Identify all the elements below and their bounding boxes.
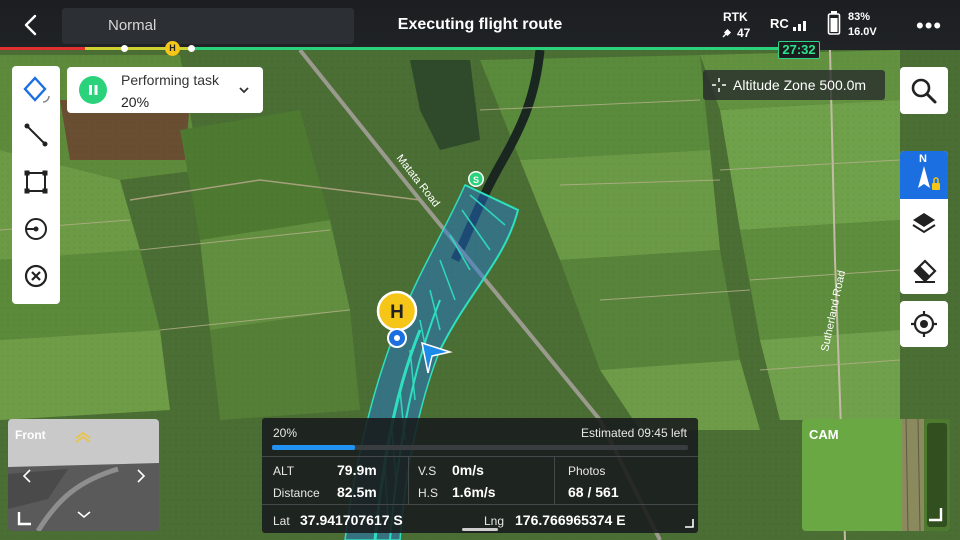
rtk-label: RTK [723,10,748,24]
alt-label: ALT [273,464,295,478]
circle-point-icon [25,218,47,240]
panel-divider [408,456,409,504]
chevron-left-icon[interactable] [22,468,32,484]
lng-value: 176.766965374 E [515,512,626,528]
map-layers-button[interactable] [900,199,948,246]
battery-icon [827,11,841,35]
rtk-status[interactable]: RTK 47 [722,9,750,41]
task-progress-fill [272,445,356,450]
progress-percent: 20% [273,426,298,440]
vs-value: 0m/s [452,462,484,478]
pause-task-button[interactable] [79,76,107,104]
satellite-icon [722,28,732,38]
locate-button[interactable] [900,301,948,347]
task-percent: 20% [121,94,150,110]
front-camera-view[interactable]: Front [8,419,159,531]
chevron-down-icon[interactable] [76,510,92,520]
alt-value: 79.9m [337,462,377,478]
svg-text:S: S [473,175,479,185]
signal-bars-icon [792,21,806,31]
rc-signal[interactable]: RC [770,16,810,31]
panel-divider [262,456,698,457]
battery-voltage: 16.0V [848,26,877,38]
camera-view[interactable]: CAM [802,419,950,531]
hs-value: 1.6m/s [452,484,496,500]
distance-label: Distance [273,486,320,500]
map-tool-panel [12,66,60,304]
flight-mode-label: Normal [108,17,157,34]
compass-lock-button[interactable]: N [900,151,948,199]
chevron-down-icon[interactable] [238,86,250,94]
lng-label: Lng [484,514,505,528]
rtk-satellite-count: 47 [737,26,751,40]
area-square-icon [24,170,48,194]
altitude-zone-text: Altitude Zone 500.0m [733,77,867,93]
vs-label: V.S [418,464,437,478]
battery-status[interactable]: 83% 16.0V [827,10,877,40]
pause-icon [89,85,98,95]
expand-corner-icon[interactable] [926,505,946,525]
area-tool[interactable] [12,159,60,205]
locate-crosshair-icon [911,311,937,337]
altitude-zone-indicator[interactable]: Altitude Zone 500.0m [703,70,885,100]
lat-value: 37.941707617 S [300,512,403,528]
battery-percent: 83% [848,11,871,23]
progress-home-marker: H [165,41,180,56]
line-icon [24,123,48,147]
close-circle-icon [24,264,48,288]
expand-corner-icon[interactable] [16,507,36,527]
rc-label: RC [770,16,789,31]
more-options-icon[interactable]: ••• [916,13,942,39]
lat-label: Lat [273,514,290,528]
panel-divider [262,504,698,505]
line-tool[interactable] [12,112,60,158]
front-camera-label: Front [15,428,46,442]
photos-value: 68 / 561 [568,484,619,500]
panel-divider [554,456,555,504]
photos-label: Photos [568,464,606,478]
task-status-text: Performing task [121,72,220,88]
chevron-right-icon[interactable] [136,468,146,484]
flight-timer: 27:32 [778,41,820,59]
progress-current-dot [188,45,195,52]
progress-waypoint-dot [121,45,128,52]
back-arrow-icon[interactable] [16,10,46,40]
distance-value: 82.5m [337,484,377,500]
flight-mode-selector[interactable]: Normal [62,8,354,44]
waypoint-tool[interactable] [12,66,60,112]
camera-label: CAM [809,427,839,442]
waypoint-diamond-icon [23,76,50,103]
compass-arrow-icon [918,166,940,190]
expand-corner-icon[interactable] [683,517,695,529]
panel-drag-handle[interactable] [462,528,498,531]
pilot-location-marker [387,328,407,348]
home-point-marker[interactable]: H [376,290,418,332]
map-controls-group: N [900,151,948,294]
estimated-time: Estimated 09:45 left [580,426,687,440]
search-icon [911,78,937,103]
start-marker[interactable]: S [468,171,484,187]
eraser-icon [913,258,937,283]
circle-tool[interactable] [12,206,60,252]
task-status-panel[interactable]: Performing task 20% [67,67,263,113]
search-button[interactable] [900,67,948,114]
clear-tool[interactable] [12,253,60,299]
chevron-up-icon[interactable] [74,431,92,443]
layers-icon [912,212,936,233]
task-progress-bar [272,445,688,450]
page-title: Executing flight route [397,16,563,33]
crosshair-icon [712,78,726,92]
telemetry-panel: 20% Estimated 09:45 left ALT 79.9m Dista… [262,418,698,533]
eraser-button[interactable] [900,247,948,294]
svg-text:H: H [390,302,404,323]
hs-label: H.S [418,486,439,500]
